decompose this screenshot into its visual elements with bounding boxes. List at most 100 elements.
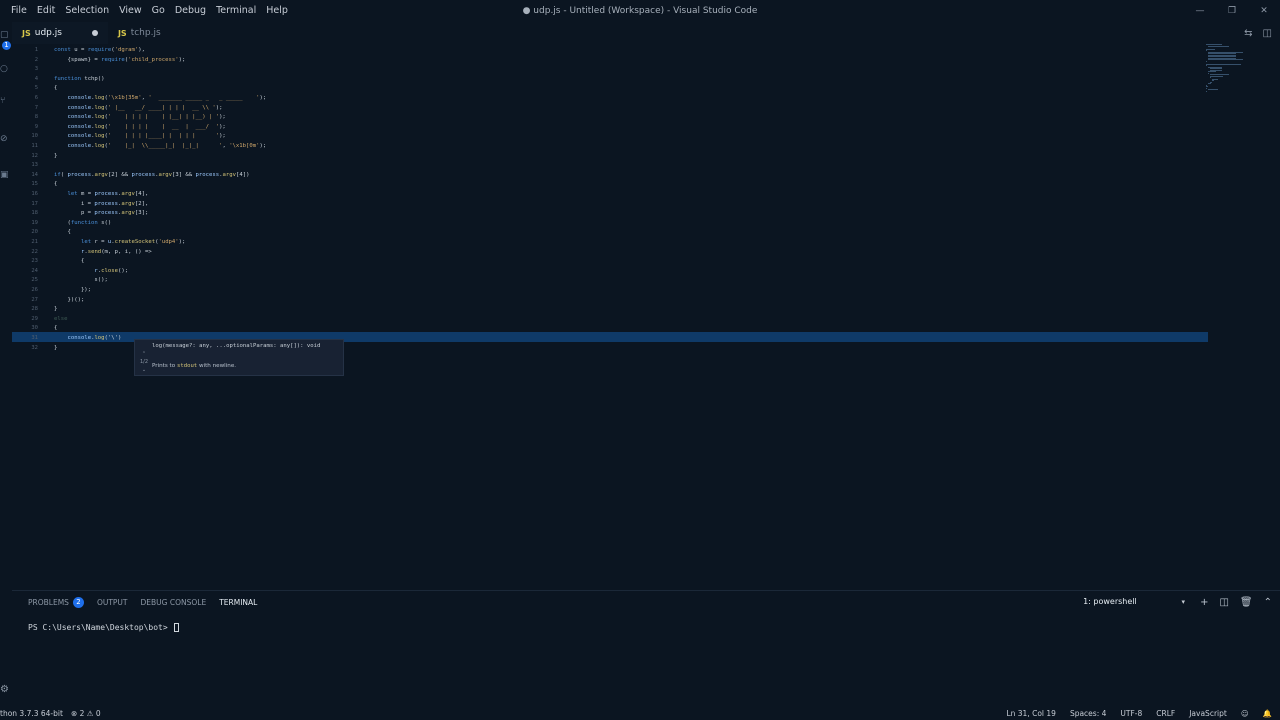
menu-go[interactable]: Go (147, 0, 170, 22)
code-line[interactable]: i = process.argv[2], (54, 200, 148, 210)
split-editor-icon[interactable]: ◫ (1263, 28, 1272, 39)
extensions-icon[interactable]: ▣ (0, 170, 10, 180)
tab-label: OUTPUT (96, 598, 128, 607)
parameter-hint-popup: ⌃ 1/2 ⌄ log(message?: any, ...optionalPa… (134, 339, 344, 376)
cursor-position[interactable]: Ln 31, Col 19 (1006, 709, 1055, 718)
restore-icon[interactable]: ❐ (1216, 0, 1248, 22)
encoding[interactable]: UTF-8 (1120, 709, 1142, 718)
line-number: 12 (31, 152, 38, 159)
line-number: 30 (31, 325, 38, 332)
tab-problems[interactable]: PROBLEMS 2 (28, 597, 84, 608)
code-line[interactable]: else (54, 315, 67, 325)
code-line[interactable]: {spawn} = require('child_process'); (54, 56, 185, 66)
tab-output[interactable]: OUTPUT (97, 598, 128, 607)
minimap-line (1208, 83, 1211, 84)
gear-icon[interactable]: ⚙ (0, 684, 9, 695)
minimap-line (1212, 80, 1215, 81)
chevron-up-icon[interactable]: ⌃ (139, 350, 149, 358)
minimap-line (1208, 71, 1216, 72)
tab-label: tchp.js (130, 28, 161, 38)
line-number: 9 (34, 123, 38, 130)
tab-udp-js[interactable]: JS udp.js (12, 22, 108, 44)
tab-tchp-js[interactable]: JS tchp.js (108, 22, 171, 44)
status-bar: thon 3.7.3 64-bit ⊗ 2 ⚠ 0 Ln 31, Col 19 … (0, 706, 1280, 720)
code-line[interactable]: { (54, 324, 57, 334)
indentation[interactable]: Spaces: 4 (1070, 709, 1106, 718)
menu-edit[interactable]: Edit (32, 0, 60, 22)
menu-file[interactable]: File (6, 0, 32, 22)
code-line[interactable]: console.log(' |__ __/ ____| | | | __ \\ … (54, 104, 222, 114)
python-interpreter[interactable]: thon 3.7.3 64-bit (0, 709, 63, 718)
code-line[interactable]: r.send(m, p, i, () => (54, 248, 152, 258)
line-number: 23 (31, 258, 38, 265)
code-line[interactable]: } (54, 152, 57, 162)
tab-terminal[interactable]: TERMINAL (219, 598, 257, 607)
code-line[interactable]: let r = u.createSocket('udp4'); (54, 238, 185, 248)
code-line[interactable]: }); (54, 286, 91, 296)
code-line[interactable]: s(); (54, 276, 107, 286)
code-line[interactable]: { (54, 257, 84, 267)
terminal-prompt[interactable]: PS C:\Users\Name\Desktop\bot> (28, 623, 179, 632)
close-icon[interactable]: ✕ (1248, 0, 1280, 22)
trash-icon[interactable]: 🗑 (1240, 597, 1253, 608)
debug-icon[interactable]: ⊘ (0, 134, 10, 144)
minimap-line (1208, 72, 1209, 74)
code-line[interactable]: console.log('\x1b[35m', ' _______ _____ … (54, 94, 266, 104)
code-line[interactable]: console.log(' | | | | | __ | ___/ '); (54, 123, 225, 133)
search-icon[interactable]: ○ (0, 64, 10, 74)
code-line[interactable]: })(); (54, 296, 84, 306)
split-terminal-icon[interactable]: ◫ (1219, 597, 1228, 608)
overload-nav[interactable]: ⌃ 1/2 ⌄ (139, 350, 149, 374)
code-line[interactable]: { (54, 180, 57, 190)
line-number: 32 (31, 344, 38, 351)
explorer-icon[interactable]: ▢ (0, 30, 10, 40)
code-line[interactable]: (function s() (54, 219, 111, 229)
window-controls: — ❐ ✕ (1184, 0, 1280, 22)
line-number: 28 (31, 306, 38, 313)
unsaved-dot-icon[interactable] (91, 30, 98, 36)
menu-view[interactable]: View (114, 0, 147, 22)
code-line[interactable]: console.log(' |_| \\_____|_| |_|_| ', '\… (54, 142, 266, 152)
chevron-down-icon[interactable]: ⌄ (139, 366, 149, 374)
code-line[interactable]: console.log(' | | | | | |__| | |__) | ')… (54, 113, 225, 123)
terminal-shell-select[interactable]: 1: powershell ▾ (1081, 595, 1190, 609)
code-editor[interactable]: 1 2 3 4 5 6 7 8 9 10 11 12 13 14 15 16 17 18 19 20 21 22 23 24 2… (12, 44, 1280, 590)
menu-bar: File Edit Selection View Go Debug Termin… (0, 0, 293, 22)
menu-selection[interactable]: Selection (60, 0, 114, 22)
source-control-icon[interactable]: ⑂ (0, 96, 10, 106)
bell-icon[interactable]: 🔔 (1263, 709, 1272, 718)
code-line[interactable]: console.log(' | | | |____| | | | | '); (54, 132, 225, 142)
problems-status[interactable]: ⊗ 2 ⚠ 0 (71, 709, 101, 718)
code-line[interactable]: } (54, 344, 57, 354)
language-mode[interactable]: JavaScript (1189, 709, 1227, 718)
line-number: 5 (34, 85, 38, 92)
code-line[interactable]: if( process.argv[2] && process.argv[3] &… (54, 171, 249, 181)
minimap-line (1206, 65, 1207, 66)
code-line[interactable]: let m = process.argv[4], (54, 190, 148, 200)
code-line[interactable]: const u = require('dgram'), (54, 46, 145, 56)
tab-debug-console[interactable]: DEBUG CONSOLE (141, 598, 207, 607)
line-number: 6 (34, 95, 38, 101)
code-line[interactable]: p = process.argv[3]; (54, 209, 148, 219)
new-terminal-icon[interactable]: + (1200, 597, 1208, 608)
maximize-panel-icon[interactable]: ⌃ (1264, 597, 1272, 608)
code-line[interactable]: { (54, 84, 57, 94)
minimize-icon[interactable]: — (1184, 0, 1216, 22)
smiley-icon[interactable]: ☺ (1241, 709, 1249, 718)
line-number: 7 (34, 104, 38, 111)
code-line[interactable]: r.close(); (54, 267, 128, 277)
minimap[interactable] (1206, 44, 1250, 94)
code-line[interactable]: function tchp() (54, 75, 105, 85)
doc-suffix: with newline. (197, 363, 237, 369)
code-line[interactable]: console.log('\') (54, 334, 121, 344)
line-number: 19 (31, 219, 38, 226)
code-line[interactable]: { (54, 228, 70, 238)
code-line[interactable]: } (54, 305, 57, 315)
minimap-line (1206, 48, 1215, 50)
open-changes-icon[interactable]: ⇆ (1244, 28, 1252, 39)
menu-help[interactable]: Help (261, 0, 293, 22)
line-ending[interactable]: CRLF (1156, 709, 1175, 718)
line-number: 10 (31, 133, 38, 140)
menu-debug[interactable]: Debug (170, 0, 211, 22)
menu-terminal[interactable]: Terminal (211, 0, 261, 22)
